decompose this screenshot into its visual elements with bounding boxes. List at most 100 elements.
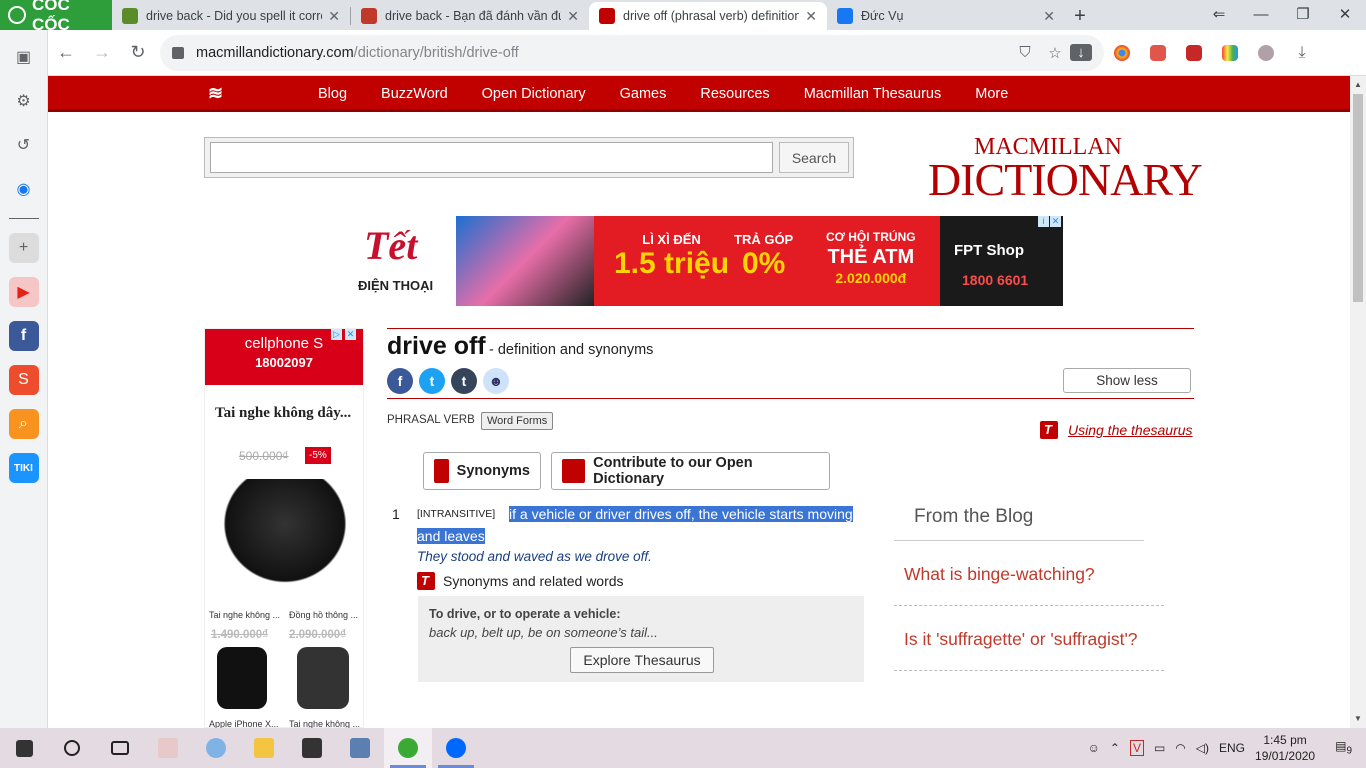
facebook-share-icon[interactable]: f (387, 368, 413, 394)
app-3-icon[interactable] (336, 728, 384, 768)
contribute-button[interactable]: Contribute to our Open Dictionary (551, 452, 830, 490)
zalo-taskbar-icon[interactable] (432, 728, 480, 768)
twitter-share-icon[interactable]: t (419, 368, 445, 394)
using-thesaurus-link[interactable]: Using the thesaurus (1040, 421, 1193, 439)
history-icon[interactable]: ↺ (9, 130, 39, 160)
close-tab-icon[interactable]: ✕ (1043, 8, 1055, 25)
explore-thesaurus-button[interactable]: Explore Thesaurus (570, 647, 714, 673)
minimize-button[interactable]: — (1240, 0, 1282, 28)
language-indicator[interactable]: ENG (1219, 741, 1245, 755)
nav-games[interactable]: Games (620, 86, 667, 102)
tab-drive-back-2[interactable]: drive back - Bạn đã đánh vần đúng ✕ (351, 2, 589, 30)
tab-facebook[interactable]: Đức Vụ ✕ (827, 2, 1065, 30)
airpods-image (217, 647, 267, 709)
reddit-share-icon[interactable]: ☻ (483, 368, 509, 394)
reload-button[interactable]: ↻ (120, 35, 156, 71)
synonyms-related-link[interactable]: Synonyms and related words (417, 572, 624, 590)
app-2-icon[interactable] (192, 728, 240, 768)
red-extension-icon[interactable] (1176, 44, 1212, 61)
scrollbar-thumb[interactable] (1353, 94, 1363, 302)
app-1-icon[interactable] (144, 728, 192, 768)
nav-more[interactable]: More (975, 86, 1008, 102)
browser-brand[interactable]: CỐC CỐC (0, 0, 112, 34)
task-view-icon[interactable] (96, 728, 144, 768)
search-button[interactable]: Search (779, 142, 849, 173)
clock[interactable]: 1:45 pm 19/01/2020 (1255, 732, 1325, 764)
nav-open-dictionary[interactable]: Open Dictionary (482, 86, 586, 102)
back-button[interactable]: ← (48, 35, 84, 71)
people-icon[interactable]: ☺ (1088, 741, 1100, 755)
thesaurus-icon (417, 572, 435, 590)
coccoc-search-icon[interactable]: ⌕ (8, 409, 39, 439)
search-icon[interactable] (48, 728, 96, 768)
blog-item[interactable]: What is binge-watching? (894, 541, 1164, 606)
shopee-icon[interactable]: S (8, 365, 39, 395)
downloads-icon[interactable]: ⤓ (1284, 44, 1320, 62)
nav-buzzword[interactable]: BuzzWord (381, 86, 448, 102)
macmillan-dictionary-logo[interactable]: MACMILLAN DICTIONARY (928, 135, 1203, 203)
chrome-extension-icon[interactable] (1104, 44, 1140, 61)
nav-blog[interactable]: Blog (318, 86, 347, 102)
facebook-icon[interactable]: f (8, 321, 39, 351)
nav-thesaurus[interactable]: Macmillan Thesaurus (804, 86, 942, 102)
tray-chevron-icon[interactable]: ⌃ (1110, 741, 1120, 755)
adblock-extension-icon[interactable] (1140, 44, 1176, 61)
address-bar[interactable]: macmillandictionary.com/dictionary/briti… (160, 34, 1104, 71)
youtube-icon[interactable]: ▶ (8, 277, 39, 307)
blog-item[interactable]: Is it 'suffragette' or 'suffragist'? (894, 606, 1164, 671)
tab-drive-off[interactable]: drive off (phrasal verb) definition a ✕ (589, 2, 827, 30)
thesaurus-icon (434, 459, 449, 483)
adchoices-icon[interactable]: i (1038, 216, 1049, 227)
battery-icon[interactable]: ▭ (1154, 741, 1165, 755)
ad-close-icon[interactable]: ✕ (1050, 216, 1061, 227)
favicon-icon (122, 8, 138, 24)
macmillan-m-logo-icon[interactable]: ≋ (208, 83, 234, 105)
forward-button[interactable]: → (84, 35, 120, 71)
unikey-icon[interactable]: V (1129, 740, 1144, 756)
color-extension-icon[interactable] (1212, 44, 1248, 61)
synonyms-button[interactable]: Synonyms (423, 452, 541, 490)
nav-resources[interactable]: Resources (700, 86, 769, 102)
add-app-icon[interactable]: + (8, 233, 39, 263)
tiki-icon[interactable]: TIKI (8, 453, 39, 483)
close-tab-icon[interactable]: ✕ (805, 8, 817, 25)
start-button[interactable] (0, 728, 48, 768)
scroll-down-icon[interactable]: ▼ (1354, 714, 1362, 723)
dictionary-search: Search (204, 137, 854, 178)
search-input[interactable] (210, 142, 773, 173)
messenger-icon[interactable]: ◉ (9, 174, 39, 204)
banner-ad[interactable]: Tết ĐIỆN THOẠI LÌ XÌ ĐẾN 1.5 triệu TRẢ G… (334, 216, 1063, 306)
word-forms-button[interactable]: Word Forms (481, 412, 554, 430)
sense-number: 1 (392, 506, 400, 522)
close-tab-icon[interactable]: ✕ (328, 8, 340, 25)
side-ad[interactable]: ▷ ✕ cellphone S 18002097 Tai nghe không … (204, 328, 364, 728)
new-tab-button[interactable]: + (1065, 2, 1095, 30)
promo-tragop-value: 0% (741, 247, 786, 280)
profile-avatar[interactable] (1248, 44, 1284, 61)
scroll-up-icon[interactable]: ▲ (1354, 80, 1362, 89)
tab-search-icon[interactable]: ⇐ (1198, 0, 1240, 28)
sticky-notes-icon[interactable] (288, 728, 336, 768)
definition-text[interactable]: if a vehicle or driver drives off, the v… (417, 503, 863, 547)
restore-button[interactable]: ❐ (1282, 0, 1324, 28)
wifi-icon[interactable]: ◠ (1175, 741, 1185, 755)
close-tab-icon[interactable]: ✕ (567, 8, 579, 25)
coccoc-taskbar-icon[interactable] (384, 728, 432, 768)
download-page-icon[interactable]: ↓ (1070, 44, 1092, 61)
shield-icon[interactable]: ⛉ (1010, 44, 1040, 61)
notifications-icon[interactable]: ▤9 (1335, 739, 1366, 756)
settings-gear-icon[interactable]: ⚙ (9, 86, 39, 116)
adchoices-icon[interactable]: ▷ (331, 329, 342, 340)
phones-image (456, 216, 594, 306)
volume-icon[interactable]: ◁) (1196, 741, 1209, 755)
thesaurus-words[interactable]: back up, belt up, be on someone’s tail..… (429, 625, 658, 640)
page-scrollbar[interactable]: ▲ ▼ (1350, 76, 1366, 728)
ad-close-icon[interactable]: ✕ (345, 329, 356, 340)
tumblr-share-icon[interactable]: t (451, 368, 477, 394)
tab-drive-back-1[interactable]: drive back - Did you spell it correc ✕ (112, 2, 350, 30)
sidebar-toggle-icon[interactable]: ▣ (9, 42, 39, 72)
file-explorer-icon[interactable] (240, 728, 288, 768)
bookmark-star-icon[interactable]: ☆ (1040, 44, 1070, 62)
close-window-button[interactable]: ✕ (1324, 0, 1366, 28)
show-less-button[interactable]: Show less (1063, 368, 1191, 393)
